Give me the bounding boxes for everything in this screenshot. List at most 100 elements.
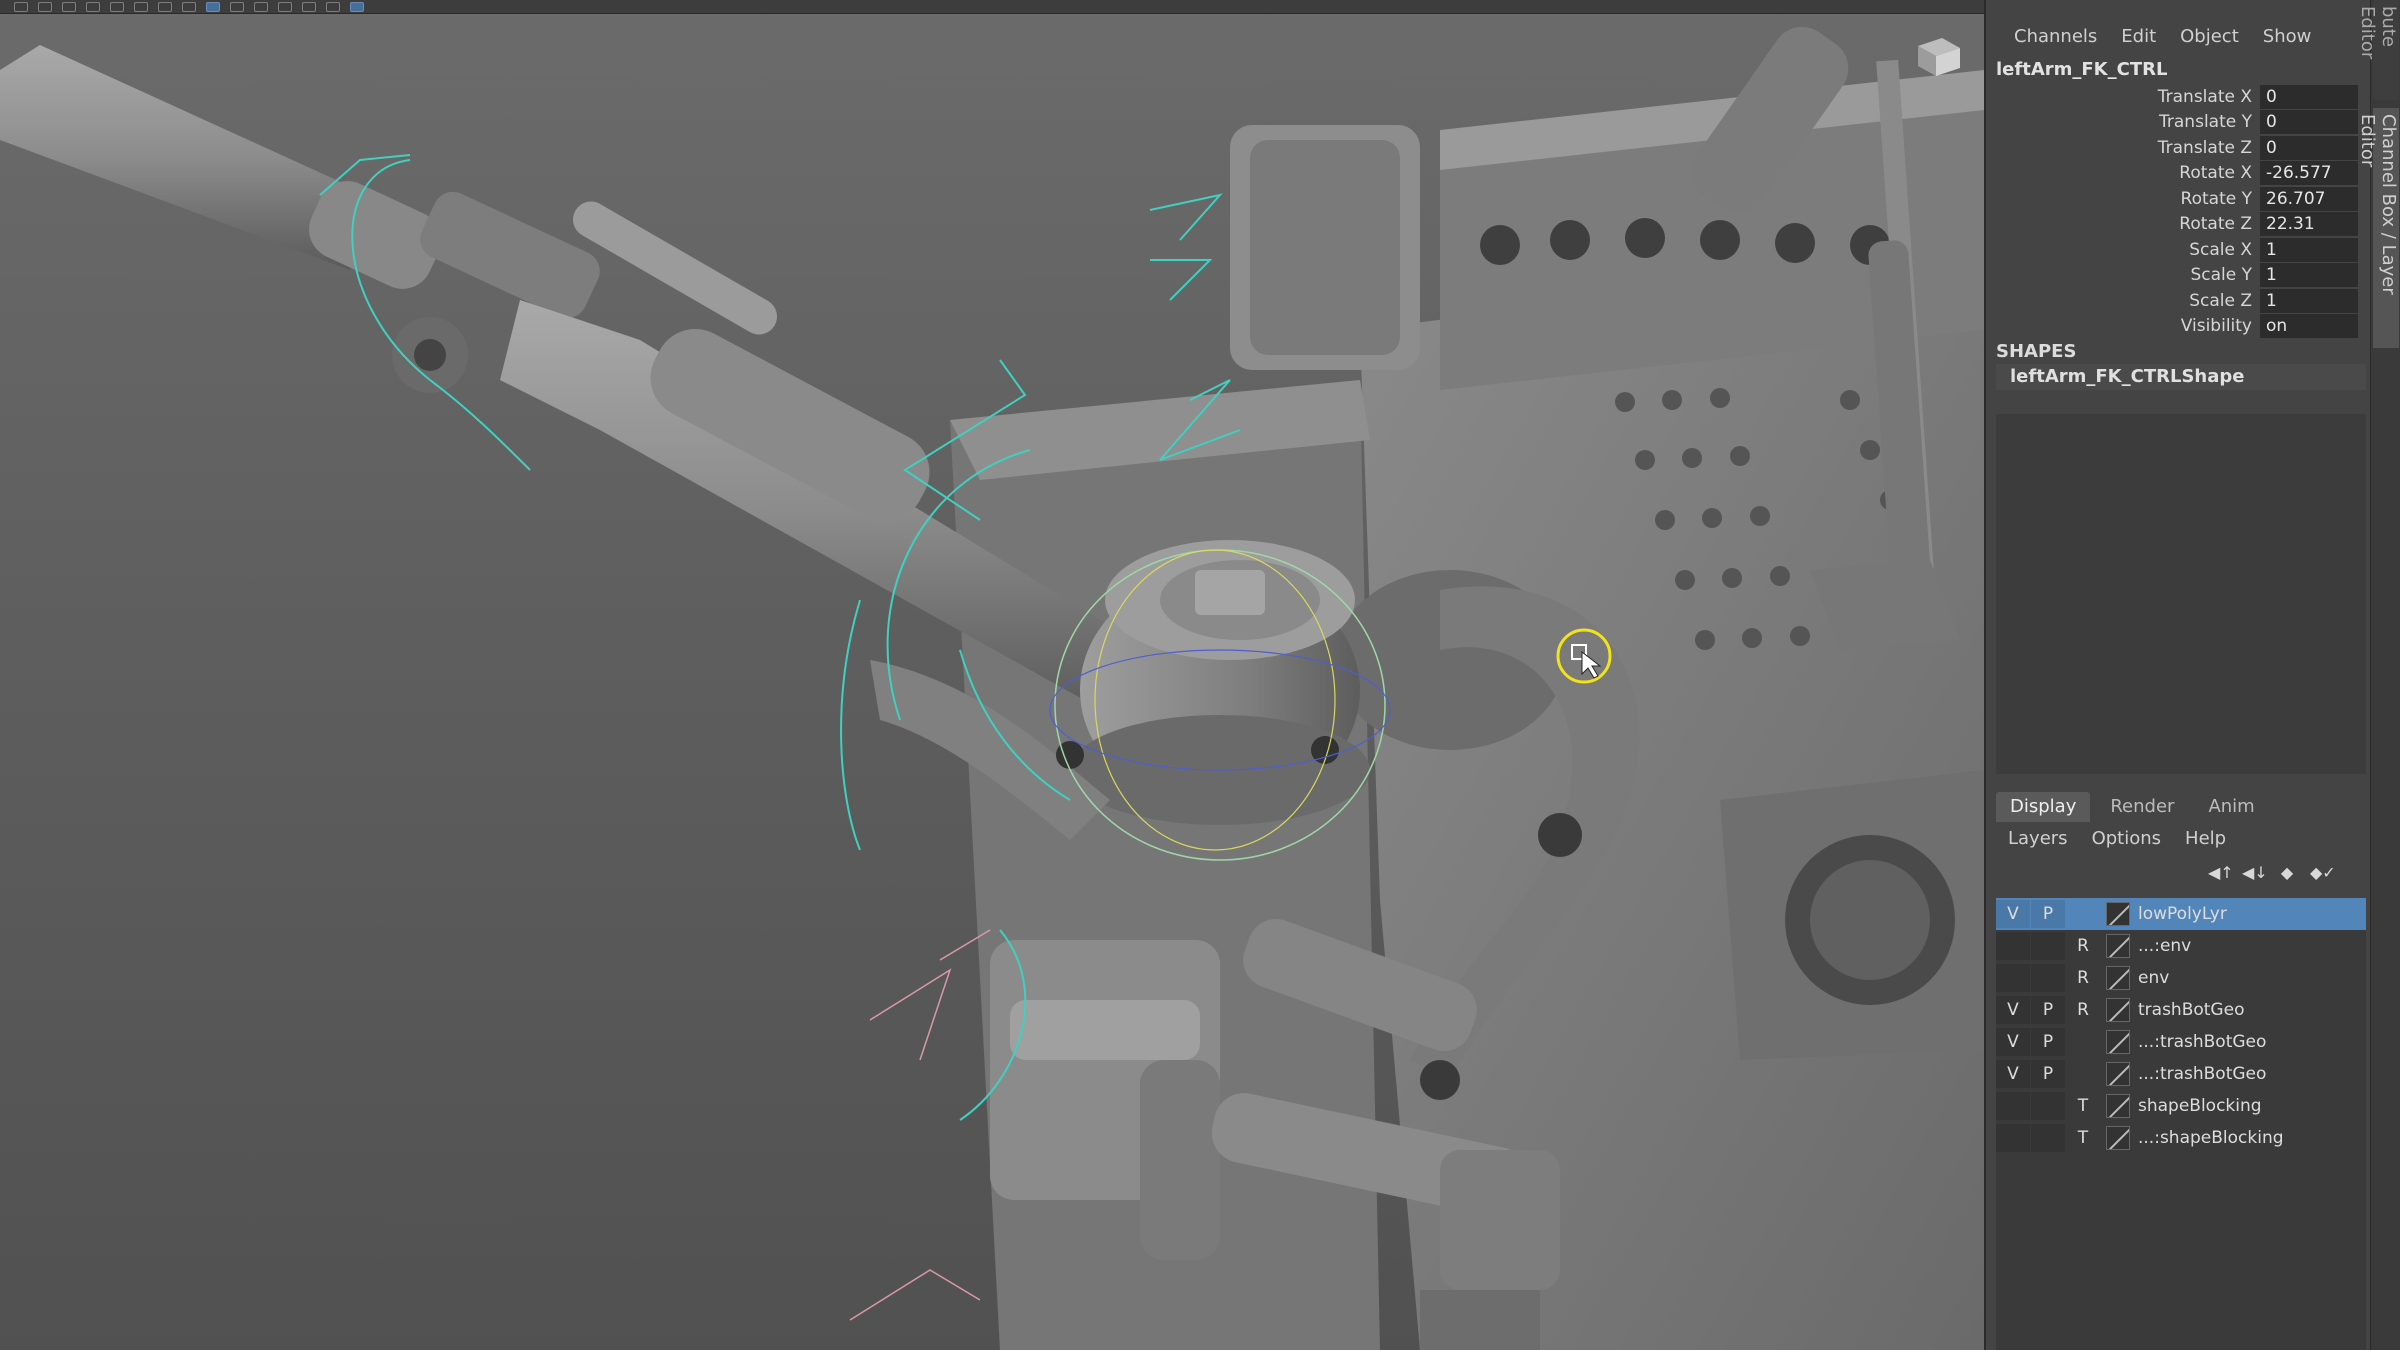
attr-rotate-x[interactable]: Rotate X -26.577: [1996, 161, 2366, 187]
layer-display-type-toggle[interactable]: R: [2066, 964, 2100, 992]
menu-channels[interactable]: Channels: [2002, 26, 2109, 47]
attr-value-field[interactable]: 0: [2260, 110, 2358, 135]
layer-visibility-toggle[interactable]: V: [1996, 996, 2030, 1024]
layer-color-swatch[interactable]: [2106, 934, 2130, 958]
layer-name[interactable]: lowPolyLyr: [2138, 904, 2227, 924]
layer-color-swatch[interactable]: [2106, 1126, 2130, 1150]
new-layer-icon[interactable]: ◆: [2276, 862, 2298, 884]
layer-name[interactable]: ...:trashBotGeo: [2138, 1032, 2266, 1052]
attr-value-field[interactable]: on: [2260, 314, 2358, 339]
layer-display-type-toggle[interactable]: T: [2066, 1092, 2100, 1120]
attr-label[interactable]: Rotate Z: [1996, 214, 2260, 234]
attr-label[interactable]: Scale X: [1996, 240, 2260, 260]
attr-value-field[interactable]: 1: [2260, 288, 2358, 313]
layer-visibility-toggle[interactable]: [1996, 932, 2030, 960]
layer-color-swatch[interactable]: [2106, 902, 2130, 926]
menu-layers[interactable]: Layers: [1996, 828, 2080, 849]
layer-row[interactable]: V P ...:trashBotGeo: [1996, 1026, 2366, 1058]
menu-help[interactable]: Help: [2173, 828, 2238, 849]
layer-playback-toggle[interactable]: [2031, 964, 2065, 992]
attr-value-field[interactable]: 0: [2260, 84, 2358, 109]
tab-display[interactable]: Display: [1996, 792, 2091, 822]
layer-playback-toggle[interactable]: P: [2031, 996, 2065, 1024]
layer-color-swatch[interactable]: [2106, 1094, 2130, 1118]
layer-row[interactable]: V P R trashBotGeo: [1996, 994, 2366, 1026]
attr-label[interactable]: Translate Z: [1996, 138, 2260, 158]
attr-rotate-z[interactable]: Rotate Z 22.31: [1996, 212, 2366, 238]
layer-display-type-toggle[interactable]: [2066, 900, 2100, 928]
attr-translate-y[interactable]: Translate Y 0: [1996, 110, 2366, 136]
layer-visibility-toggle[interactable]: [1996, 964, 2030, 992]
layer-name[interactable]: trashBotGeo: [2138, 1000, 2244, 1020]
attr-scale-z[interactable]: Scale Z 1: [1996, 288, 2366, 314]
view-cube-icon[interactable]: [1912, 34, 1964, 78]
viewport-3d[interactable]: [0, 0, 1984, 1350]
layer-row[interactable]: T ...:shapeBlocking: [1996, 1122, 2366, 1154]
attr-visibility[interactable]: Visibility on: [1996, 314, 2366, 340]
layer-row[interactable]: T shapeBlocking: [1996, 1090, 2366, 1122]
attr-value-field[interactable]: 26.707: [2260, 186, 2358, 211]
move-layer-up-icon[interactable]: ◀↑: [2208, 862, 2234, 884]
layer-display-type-toggle[interactable]: R: [2066, 932, 2100, 960]
layer-name[interactable]: env: [2138, 968, 2169, 988]
menu-edit[interactable]: Edit: [2109, 26, 2168, 47]
layer-visibility-toggle[interactable]: [1996, 1124, 2030, 1152]
layer-playback-toggle[interactable]: P: [2031, 1060, 2065, 1088]
menu-options[interactable]: Options: [2080, 828, 2173, 849]
layer-visibility-toggle[interactable]: V: [1996, 900, 2030, 928]
shape-node-name[interactable]: leftArm_FK_CTRLShape: [1996, 364, 2366, 390]
attr-translate-x[interactable]: Translate X 0: [1996, 84, 2366, 110]
layer-name[interactable]: ...:trashBotGeo: [2138, 1064, 2266, 1084]
layer-name[interactable]: shapeBlocking: [2138, 1096, 2262, 1116]
move-layer-down-icon[interactable]: ◀↓: [2242, 862, 2268, 884]
layer-color-swatch[interactable]: [2106, 998, 2130, 1022]
menu-object[interactable]: Object: [2168, 26, 2251, 47]
attr-scale-y[interactable]: Scale Y 1: [1996, 263, 2366, 289]
layer-playback-toggle[interactable]: P: [2031, 1028, 2065, 1056]
menu-show[interactable]: Show: [2251, 26, 2324, 47]
layer-playback-toggle[interactable]: [2031, 1124, 2065, 1152]
attr-value-field[interactable]: 0: [2260, 135, 2358, 160]
layer-visibility-toggle[interactable]: V: [1996, 1028, 2030, 1056]
layer-toolbar: ◀↑ ◀↓ ◆ ◆✓: [2208, 862, 2336, 884]
attr-value-field[interactable]: -26.577: [2260, 161, 2358, 186]
tab-render[interactable]: Render: [2096, 792, 2189, 822]
layer-playback-toggle[interactable]: [2031, 1092, 2065, 1120]
attr-translate-z[interactable]: Translate Z 0: [1996, 135, 2366, 161]
tab-anim[interactable]: Anim: [2194, 792, 2269, 822]
layer-color-swatch[interactable]: [2106, 1062, 2130, 1086]
attr-label[interactable]: Translate Y: [1996, 112, 2260, 132]
layer-visibility-toggle[interactable]: V: [1996, 1060, 2030, 1088]
layer-playback-toggle[interactable]: P: [2031, 900, 2065, 928]
attr-label[interactable]: Visibility: [1996, 316, 2260, 336]
layer-display-type-toggle[interactable]: [2066, 1028, 2100, 1056]
layer-name[interactable]: ...:shapeBlocking: [2138, 1128, 2284, 1148]
attr-value-field[interactable]: 1: [2260, 263, 2358, 288]
attr-label[interactable]: Translate X: [1996, 87, 2260, 107]
layer-color-swatch[interactable]: [2106, 966, 2130, 990]
attr-label[interactable]: Scale Y: [1996, 265, 2260, 285]
attr-label[interactable]: Rotate Y: [1996, 189, 2260, 209]
attr-value-field[interactable]: 22.31: [2260, 212, 2358, 237]
shapes-header: SHAPES: [1996, 341, 2077, 362]
selected-node-name[interactable]: leftArm_FK_CTRL: [1996, 59, 2167, 80]
layer-row[interactable]: R ...:env: [1996, 930, 2366, 962]
attr-scale-x[interactable]: Scale X 1: [1996, 237, 2366, 263]
layer-display-type-toggle[interactable]: [2066, 1060, 2100, 1088]
layer-display-type-toggle[interactable]: R: [2066, 996, 2100, 1024]
layer-color-swatch[interactable]: [2106, 1030, 2130, 1054]
layer-playback-toggle[interactable]: [2031, 932, 2065, 960]
layer-row[interactable]: V P ...:trashBotGeo: [1996, 1058, 2366, 1090]
new-layer-from-selection-icon[interactable]: ◆✓: [2310, 862, 2336, 884]
layer-row[interactable]: V P lowPolyLyr: [1996, 898, 2366, 930]
tab-channel-box-layer-editor[interactable]: Channel Box / Layer Editor: [2357, 108, 2399, 348]
layer-display-type-toggle[interactable]: T: [2066, 1124, 2100, 1152]
attr-label[interactable]: Rotate X: [1996, 163, 2260, 183]
layer-name[interactable]: ...:env: [2138, 936, 2191, 956]
attr-value-field[interactable]: 1: [2260, 237, 2358, 262]
layer-row[interactable]: R env: [1996, 962, 2366, 994]
tab-attribute-editor[interactable]: bute Editor: [2357, 0, 2399, 100]
attr-rotate-y[interactable]: Rotate Y 26.707: [1996, 186, 2366, 212]
layer-visibility-toggle[interactable]: [1996, 1092, 2030, 1120]
attr-label[interactable]: Scale Z: [1996, 291, 2260, 311]
